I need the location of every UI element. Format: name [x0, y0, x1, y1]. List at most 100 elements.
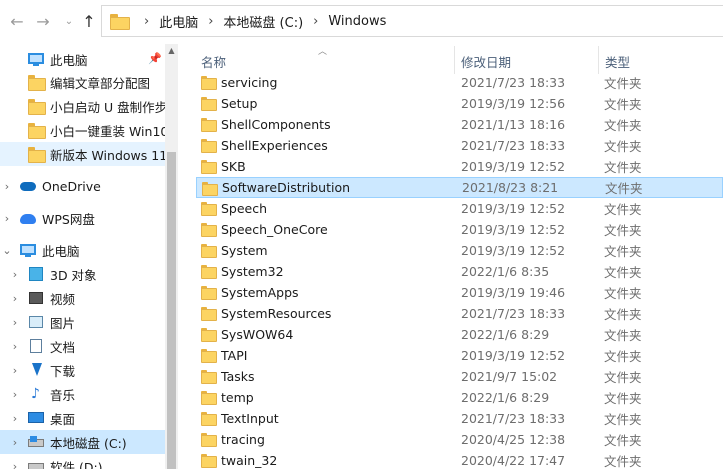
- file-date: 2022/1/6 8:29: [461, 390, 550, 405]
- nav-scrollbar[interactable]: ▲: [165, 44, 178, 469]
- folder-icon: [201, 202, 217, 216]
- file-row[interactable]: ShellComponents 2021/1/13 18:16 文件夹: [196, 114, 723, 135]
- file-name: SKB: [221, 159, 246, 174]
- file-row[interactable]: SysWOW64 2022/1/6 8:29 文件夹: [196, 324, 723, 345]
- file-row[interactable]: SystemApps 2019/3/19 19:46 文件夹: [196, 282, 723, 303]
- folder-icon: [201, 118, 217, 132]
- drive-icon: [28, 435, 44, 449]
- breadcrumb-this-pc[interactable]: 此电脑: [159, 12, 198, 31]
- column-divider[interactable]: [598, 46, 599, 74]
- file-date: 2019/3/19 12:52: [461, 159, 566, 174]
- file-row[interactable]: System32 2022/1/6 8:35 文件夹: [196, 261, 723, 282]
- file-row[interactable]: Tasks 2021/9/7 15:02 文件夹: [196, 366, 723, 387]
- file-row[interactable]: Setup 2019/3/19 12:56 文件夹: [196, 93, 723, 114]
- nav-item-this-pc-pinned[interactable]: 此电脑: [0, 47, 165, 71]
- file-row[interactable]: servicing 2021/7/23 18:33 文件夹: [196, 72, 723, 93]
- file-row[interactable]: tracing 2020/4/25 12:38 文件夹: [196, 429, 723, 450]
- nav-item-3d-objects[interactable]: › 3D 对象: [0, 262, 165, 286]
- chevron-right-icon[interactable]: ›: [2, 180, 12, 193]
- folder-icon: [201, 412, 217, 426]
- folder-icon: [201, 349, 217, 363]
- scrollbar-thumb[interactable]: [167, 152, 176, 469]
- file-date: 2021/7/23 18:33: [461, 411, 566, 426]
- nav-item-quick-folder-1[interactable]: 编辑文章部分配图: [0, 70, 165, 94]
- arrow-up-icon[interactable]: ↑: [78, 10, 100, 32]
- nav-item-label: 音乐: [50, 387, 76, 403]
- folder-icon: [201, 454, 217, 468]
- file-row[interactable]: TAPI 2019/3/19 12:52 文件夹: [196, 345, 723, 366]
- address-bar-row: ← → ⌄ ↑ › 此电脑 › 本地磁盘 (C:) › Windows: [0, 0, 723, 44]
- downloads-icon: [28, 363, 44, 377]
- file-date: 2022/1/6 8:35: [461, 264, 550, 279]
- file-date: 2019/3/19 19:46: [461, 285, 566, 300]
- folder-icon: [201, 286, 217, 300]
- file-row-selected[interactable]: SoftwareDistribution 2021/8/23 8:21 文件夹: [196, 177, 723, 198]
- file-date: 2020/4/22 17:47: [461, 453, 566, 468]
- file-type: 文件夹: [604, 139, 642, 154]
- chevron-down-icon[interactable]: ⌄: [2, 244, 12, 257]
- nav-item-music[interactable]: › ♪ 音乐: [0, 382, 165, 406]
- file-row[interactable]: Speech_OneCore 2019/3/19 12:52 文件夹: [196, 219, 723, 240]
- nav-item-wps[interactable]: › WPS网盘: [0, 206, 165, 230]
- nav-item-quick-folder-3[interactable]: 小白一键重装 Win10: [0, 118, 165, 142]
- column-header-name[interactable]: 名称: [201, 52, 226, 71]
- nav-item-desktop[interactable]: › 桌面: [0, 406, 165, 430]
- column-divider[interactable]: [454, 46, 455, 74]
- nav-item-quick-folder-2[interactable]: 小白启动 U 盘制作步: [0, 94, 165, 118]
- arrow-left-icon[interactable]: ←: [6, 10, 28, 32]
- scroll-up-arrow-icon[interactable]: ▲: [165, 44, 178, 58]
- chevron-right-icon[interactable]: ›: [10, 340, 20, 353]
- 3d-objects-icon: [28, 267, 44, 281]
- file-row[interactable]: System 2019/3/19 12:52 文件夹: [196, 240, 723, 261]
- nav-item-local-disk-c[interactable]: › 本地磁盘 (C:): [0, 430, 165, 454]
- chevron-right-icon[interactable]: ›: [10, 364, 20, 377]
- chevron-right-icon[interactable]: ›: [2, 212, 12, 225]
- file-row[interactable]: SKB 2019/3/19 12:52 文件夹: [196, 156, 723, 177]
- breadcrumb-windows[interactable]: Windows: [328, 14, 386, 29]
- nav-item-drive-d[interactable]: › 软件 (D:): [0, 454, 165, 469]
- file-row[interactable]: SystemResources 2021/7/23 18:33 文件夹: [196, 303, 723, 324]
- file-name: TextInput: [221, 411, 279, 426]
- nav-item-onedrive[interactable]: › OneDrive: [0, 174, 165, 198]
- column-header-type[interactable]: 类型: [605, 52, 630, 71]
- address-box[interactable]: › 此电脑 › 本地磁盘 (C:) › Windows: [101, 5, 723, 37]
- nav-item-pictures[interactable]: › 图片: [0, 310, 165, 334]
- nav-item-label: 小白启动 U 盘制作步: [50, 99, 165, 115]
- breadcrumb-separator[interactable]: ›: [208, 14, 213, 29]
- chevron-right-icon[interactable]: ›: [10, 316, 20, 329]
- folder-icon: [28, 147, 46, 163]
- file-list-pane: ︿ 名称 修改日期 类型 servicing 2021/7/23 18:33 文…: [178, 44, 723, 469]
- arrow-right-icon[interactable]: →: [32, 10, 54, 32]
- chevron-down-icon[interactable]: ⌄: [58, 10, 80, 32]
- wps-cloud-icon: [20, 211, 36, 225]
- chevron-right-icon[interactable]: ›: [10, 268, 20, 281]
- file-row[interactable]: temp 2022/1/6 8:29 文件夹: [196, 387, 723, 408]
- folder-icon: [201, 307, 217, 321]
- nav-item-videos[interactable]: › 视频: [0, 286, 165, 310]
- file-date: 2019/3/19 12:52: [461, 201, 566, 216]
- file-type: 文件夹: [604, 370, 642, 385]
- file-row[interactable]: twain_32 2020/4/22 17:47 文件夹: [196, 450, 723, 469]
- file-row[interactable]: TextInput 2021/7/23 18:33 文件夹: [196, 408, 723, 429]
- breadcrumb-separator[interactable]: ›: [313, 14, 318, 29]
- pin-icon[interactable]: 📌: [148, 52, 162, 65]
- chevron-right-icon[interactable]: ›: [10, 292, 20, 305]
- nav-item-this-pc[interactable]: ⌄ 此电脑: [0, 238, 165, 262]
- file-row[interactable]: Speech 2019/3/19 12:52 文件夹: [196, 198, 723, 219]
- chevron-right-icon[interactable]: ›: [10, 460, 20, 469]
- chevron-right-icon[interactable]: ›: [10, 412, 20, 425]
- nav-item-downloads[interactable]: › 下载: [0, 358, 165, 382]
- file-date: 2021/9/7 15:02: [461, 369, 558, 384]
- breadcrumb-local-disk[interactable]: 本地磁盘 (C:): [223, 12, 303, 31]
- nav-item-quick-folder-4[interactable]: 新版本 Windows 11: [0, 142, 165, 166]
- nav-item-documents[interactable]: › 文档: [0, 334, 165, 358]
- column-header-date[interactable]: 修改日期: [461, 52, 511, 71]
- sort-ascending-icon: ︿: [318, 47, 328, 57]
- nav-item-label: WPS网盘: [42, 211, 95, 227]
- file-row[interactable]: ShellExperiences 2021/7/23 18:33 文件夹: [196, 135, 723, 156]
- chevron-right-icon[interactable]: ›: [10, 388, 20, 401]
- file-name: Tasks: [221, 369, 255, 384]
- nav-item-label: 此电脑: [42, 243, 80, 259]
- nav-item-label: 新版本 Windows 11: [50, 147, 165, 163]
- chevron-right-icon[interactable]: ›: [10, 436, 20, 449]
